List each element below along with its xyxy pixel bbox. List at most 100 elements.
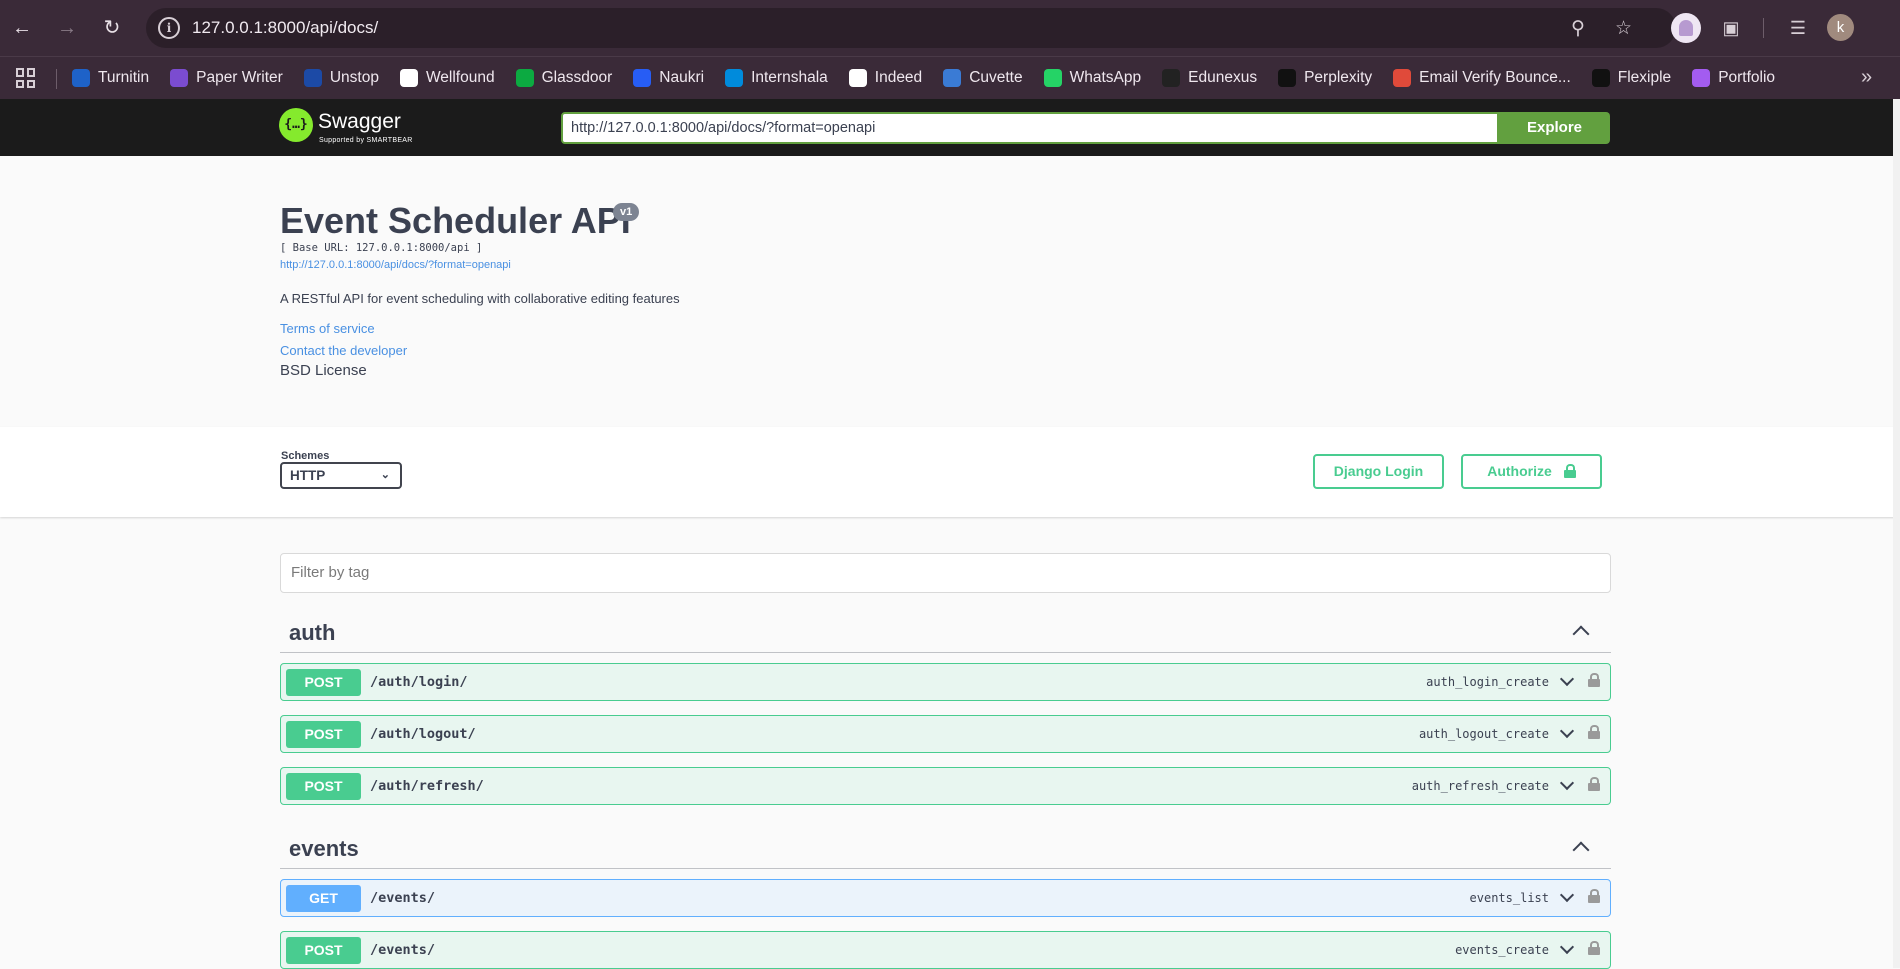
turnitin-icon <box>72 69 90 87</box>
profile-avatar[interactable]: k <box>1827 14 1854 41</box>
operation-id: auth_login_create <box>1426 675 1549 689</box>
http-method-badge: POST <box>286 721 361 748</box>
spec-url-input[interactable]: http://127.0.0.1:8000/api/docs/?format=o… <box>561 112 1499 144</box>
bookmark-item[interactable]: Indeed <box>848 69 923 87</box>
chevron-up-icon[interactable] <box>1572 841 1590 859</box>
api-title: Event Scheduler API <box>280 200 631 241</box>
internshala-icon <box>725 69 744 87</box>
emailverify-icon <box>1393 69 1412 87</box>
tag-name: auth <box>289 620 336 645</box>
schemes-selected-value: HTTP <box>290 468 326 483</box>
chevron-down-icon[interactable] <box>1559 775 1575 791</box>
lock-icon[interactable] <box>1588 725 1600 739</box>
bookmark-item[interactable]: Internshala <box>725 69 828 87</box>
bookmark-label: WhatsApp <box>1069 69 1142 86</box>
operation-row[interactable]: GET/events/events_list <box>280 879 1611 917</box>
bookmark-item[interactable]: Unstop <box>303 69 379 87</box>
tag-section-header[interactable]: events <box>280 832 1611 869</box>
bookmark-label: Glassdoor <box>541 69 613 86</box>
lock-icon[interactable] <box>1588 941 1600 955</box>
operation-id: auth_logout_create <box>1418 727 1549 741</box>
swagger-logo-icon[interactable]: {…} <box>279 108 313 142</box>
base-url: [ Base URL: 127.0.0.1:8000/api ] <box>280 242 483 254</box>
swagger-topbar: {…} Swagger Supported by SMARTBEAR http:… <box>0 99 1900 156</box>
bookmark-label: Wellfound <box>425 69 495 86</box>
chevron-down-icon: ⌄ <box>380 469 390 481</box>
chevron-down-icon[interactable] <box>1559 723 1575 739</box>
operation-row[interactable]: POST/events/events_create <box>280 931 1611 969</box>
bookmark-star-icon[interactable]: ☆ <box>1615 17 1632 40</box>
reload-icon[interactable]: ↻ <box>98 14 126 42</box>
github-icon <box>1162 69 1181 87</box>
http-method-badge: POST <box>286 669 361 696</box>
whatsapp-icon <box>1043 69 1062 87</box>
operation-row[interactable]: POST/auth/logout/auth_logout_create <box>280 715 1611 753</box>
contact-link[interactable]: Contact the developer <box>280 343 407 358</box>
chevron-down-icon[interactable] <box>1559 671 1575 687</box>
bookmark-label: Naukri <box>659 69 705 86</box>
bookmark-label: Indeed <box>874 69 923 86</box>
media-queue-icon[interactable]: ☰ <box>1784 14 1812 42</box>
address-url[interactable]: 127.0.0.1:8000/api/docs/ <box>192 18 378 38</box>
bookmark-item[interactable]: WhatsApp <box>1043 69 1142 87</box>
bookmark-item[interactable]: Email Verify Bounce... <box>1393 69 1571 87</box>
operation-id: events_list <box>1469 891 1549 905</box>
bookmark-item[interactable]: Turnitin <box>72 69 149 87</box>
naukri-icon <box>633 69 652 87</box>
schemes-select[interactable]: HTTP ⌄ <box>280 462 402 489</box>
address-bar[interactable]: i 127.0.0.1:8000/api/docs/ ⚲ ☆ <box>146 8 1676 48</box>
bookmark-item[interactable]: Cuvette <box>943 69 1023 87</box>
lock-icon[interactable] <box>1588 673 1600 687</box>
forward-icon[interactable]: → <box>53 14 81 42</box>
browser-toolbar: ← → ↻ i 127.0.0.1:8000/api/docs/ ⚲ ☆ ▣ ☰… <box>0 0 1900 56</box>
terms-link[interactable]: Terms of service <box>280 321 375 336</box>
bookmarks-bar: Turnitin Paper Writer Unstop Wellfound Glass… <box>0 56 1900 99</box>
explore-button[interactable]: Explore <box>1499 112 1610 144</box>
bookmark-list: Turnitin Paper Writer Unstop Wellfound Glass… <box>72 57 1775 99</box>
extension-ghost-icon[interactable] <box>1671 13 1701 43</box>
bookmark-item[interactable]: Naukri <box>633 69 704 87</box>
spec-link[interactable]: http://127.0.0.1:8000/api/docs/?format=o… <box>280 259 511 271</box>
chevron-down-icon[interactable] <box>1559 887 1575 903</box>
bookmark-label: Unstop <box>329 69 379 86</box>
filter-by-tag-input[interactable]: Filter by tag <box>280 553 1611 593</box>
bookmark-item[interactable]: Wellfound <box>399 69 495 87</box>
extensions-puzzle-icon[interactable]: ▣ <box>1717 14 1745 42</box>
lock-icon[interactable] <box>1588 889 1600 903</box>
operation-row[interactable]: POST/auth/login/auth_login_create <box>280 663 1611 701</box>
zoom-icon[interactable]: ⚲ <box>1571 17 1585 40</box>
bookmark-item[interactable]: Paper Writer <box>170 69 283 87</box>
paperwriter-icon <box>170 69 189 87</box>
bookmark-item[interactable]: Flexiple <box>1591 69 1672 87</box>
operation-row[interactable]: POST/auth/refresh/auth_refresh_create <box>280 767 1611 805</box>
bookmark-item[interactable]: Edunexus <box>1162 69 1257 87</box>
bookmark-item[interactable]: Perplexity <box>1278 69 1372 87</box>
lock-icon[interactable] <box>1588 777 1600 791</box>
toolbar-divider <box>1763 18 1764 38</box>
chevron-up-icon[interactable] <box>1572 625 1590 643</box>
tag-name: events <box>289 836 359 861</box>
authorize-label: Authorize <box>1487 463 1552 479</box>
swagger-brand: Swagger <box>318 110 401 133</box>
bookmark-item[interactable]: Glassdoor <box>515 69 613 87</box>
back-icon[interactable]: ← <box>8 14 36 42</box>
more-bookmarks-icon[interactable]: » <box>1861 66 1872 89</box>
chevron-down-icon[interactable] <box>1559 939 1575 955</box>
bookmarks-divider <box>56 69 57 89</box>
apps-grid-icon[interactable] <box>16 68 36 88</box>
perplexity-icon <box>1278 69 1297 87</box>
bookmark-item[interactable]: Portfolio <box>1692 69 1775 87</box>
operation-path: /events/ <box>370 890 436 906</box>
site-info-icon[interactable]: i <box>158 17 180 39</box>
bookmark-label: Paper Writer <box>196 69 283 86</box>
flexiple-icon <box>1591 69 1610 87</box>
tag-section-header[interactable]: auth <box>280 616 1611 653</box>
api-description: A RESTful API for event scheduling with … <box>280 291 680 306</box>
bookmark-label: Flexiple <box>1617 69 1672 86</box>
authorize-button[interactable]: Authorize <box>1461 454 1602 489</box>
bookmark-label: Turnitin <box>98 69 150 86</box>
page-scrollbar[interactable] <box>1893 99 1900 968</box>
portfolio-icon <box>1692 69 1711 87</box>
bookmark-label: Cuvette <box>969 69 1023 86</box>
django-login-button[interactable]: Django Login <box>1313 454 1444 489</box>
